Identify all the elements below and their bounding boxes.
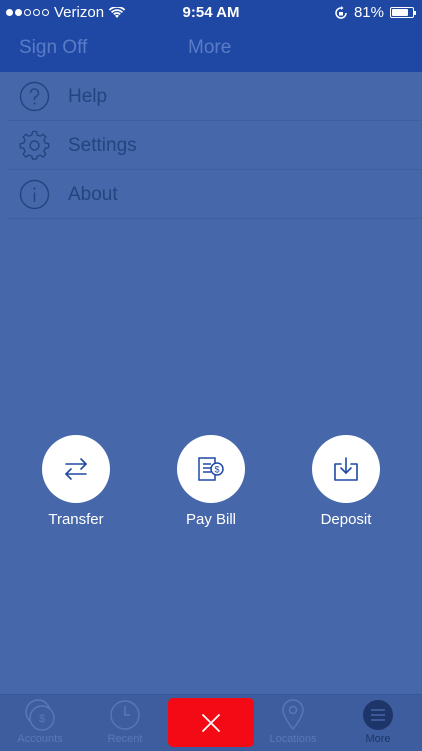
nav-bar: Sign Off More <box>0 24 422 72</box>
close-icon <box>202 713 220 732</box>
battery-percent: 81% <box>353 4 384 21</box>
status-right: 81% <box>334 4 416 21</box>
question-circle-icon <box>19 81 50 112</box>
quick-actions: Transfer $ Pay Bill Deposit <box>0 435 422 535</box>
transfer-button[interactable]: Transfer <box>21 435 131 528</box>
deposit-download-icon <box>334 457 358 481</box>
tab-locations[interactable]: Locations <box>257 699 329 745</box>
menu-item-help[interactable]: Help <box>0 72 422 121</box>
menu-item-settings[interactable]: Settings <box>0 121 422 170</box>
tab-label: Locations <box>269 733 317 745</box>
svg-text:$: $ <box>39 713 45 725</box>
info-circle-icon <box>19 179 50 210</box>
menu-item-label: Help <box>68 86 108 107</box>
menu-item-about[interactable]: About <box>0 170 422 219</box>
clock-icon <box>110 700 140 730</box>
more-menu-icon <box>363 700 393 730</box>
transfer-label: Transfer <box>48 511 104 528</box>
accounts-icon: $ <box>25 699 55 731</box>
status-bar: Verizon 9:54 AM 81% <box>0 0 422 24</box>
pay-bill-button[interactable]: $ Pay Bill <box>156 435 266 528</box>
deposit-label: Deposit <box>320 511 372 528</box>
bill-icon: $ <box>198 457 224 481</box>
tab-accounts[interactable]: $ Accounts <box>4 699 76 745</box>
tab-label: More <box>365 733 391 745</box>
menu-item-label: About <box>68 184 118 205</box>
svg-text:$: $ <box>214 465 219 475</box>
more-menu: Help Settings About <box>0 72 422 219</box>
page-title: More <box>188 37 232 58</box>
tab-recent[interactable]: Recent <box>89 699 161 745</box>
deposit-button[interactable]: Deposit <box>291 435 401 528</box>
menu-item-label: Settings <box>68 135 137 156</box>
sign-off-button[interactable]: Sign Off <box>19 37 87 59</box>
tab-more[interactable]: More <box>342 699 414 745</box>
orientation-lock-icon <box>335 5 347 19</box>
battery-icon <box>390 7 416 18</box>
pay-bill-circle: $ <box>177 435 245 503</box>
transfer-arrows-icon <box>65 458 87 480</box>
transfer-circle <box>42 435 110 503</box>
tab-label: Recent <box>107 733 143 745</box>
tab-label: Accounts <box>17 733 63 745</box>
deposit-circle <box>312 435 380 503</box>
location-pin-icon <box>282 699 304 731</box>
gear-icon <box>19 130 50 161</box>
pay-bill-label: Pay Bill <box>185 511 237 528</box>
close-button[interactable] <box>168 698 254 747</box>
